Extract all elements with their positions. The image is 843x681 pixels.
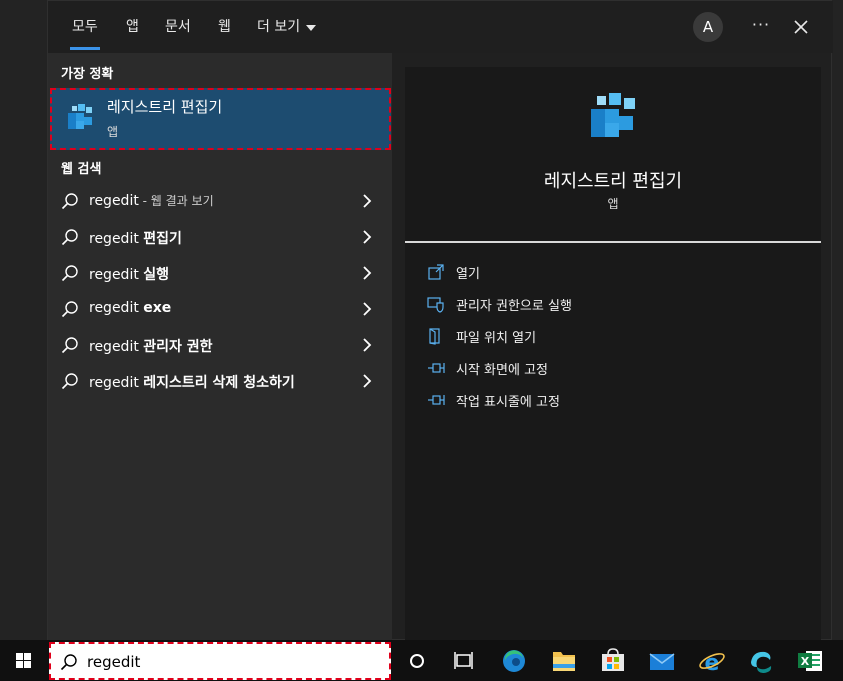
shield-run-icon bbox=[427, 297, 444, 313]
store-icon bbox=[602, 648, 624, 671]
web-search-item[interactable]: regedit 편집기 bbox=[48, 219, 392, 255]
web-search-text: regedit 레지스트리 삭제 청소하기 bbox=[89, 375, 295, 391]
desktop-background-right bbox=[832, 0, 843, 640]
action-open-label: 열기 bbox=[456, 266, 480, 282]
tab-more[interactable]: 더 보기 bbox=[257, 1, 317, 53]
web-search-item[interactable]: regedit 레지스트리 삭제 청소하기 bbox=[48, 363, 392, 399]
chevron-right-icon bbox=[363, 266, 372, 280]
search-icon bbox=[61, 265, 78, 282]
action-open[interactable]: 열기 bbox=[427, 260, 480, 284]
action-run-as-admin[interactable]: 관리자 권한으로 실행 bbox=[427, 292, 572, 316]
action-pin-to-taskbar[interactable]: 작업 표시줄에 고정 bbox=[427, 388, 560, 412]
chevron-right-icon bbox=[363, 374, 372, 388]
more-options-button[interactable]: ··· bbox=[748, 14, 774, 40]
registry-editor-icon bbox=[68, 104, 92, 129]
pin-icon bbox=[428, 395, 445, 405]
search-input[interactable] bbox=[87, 650, 377, 674]
search-icon bbox=[61, 373, 78, 390]
search-icon bbox=[61, 193, 78, 210]
best-match-subtitle: 앱 bbox=[107, 125, 119, 139]
cortana-icon bbox=[410, 654, 424, 668]
tab-all[interactable]: 모두 bbox=[70, 1, 100, 53]
search-icon bbox=[61, 337, 78, 354]
close-icon bbox=[794, 20, 808, 34]
chevron-down-icon bbox=[306, 25, 317, 31]
action-run-as-admin-label: 관리자 권한으로 실행 bbox=[456, 298, 572, 314]
best-match-heading: 가장 정확 bbox=[61, 67, 114, 82]
best-match-title: 레지스트리 편집기 bbox=[107, 98, 223, 116]
web-search-text: regedit 관리자 권한 bbox=[89, 339, 213, 355]
tab-web[interactable]: 웹 bbox=[218, 1, 231, 53]
task-view-icon bbox=[454, 652, 473, 669]
excel-icon: X bbox=[798, 651, 822, 671]
chevron-right-icon bbox=[363, 230, 372, 244]
action-pin-to-taskbar-label: 작업 표시줄에 고정 bbox=[456, 394, 560, 410]
app-icon bbox=[751, 651, 772, 673]
search-icon bbox=[61, 229, 78, 246]
web-search-item[interactable]: regedit - 웹 결과 보기 bbox=[48, 183, 392, 219]
windows-start-icon bbox=[16, 653, 31, 668]
web-search-text: regedit 편집기 bbox=[89, 231, 182, 247]
account-avatar[interactable]: A bbox=[693, 12, 723, 42]
cortana-button[interactable] bbox=[393, 640, 441, 681]
open-icon bbox=[428, 264, 444, 280]
file-explorer-icon bbox=[553, 652, 575, 671]
mail-icon bbox=[649, 653, 675, 670]
action-pin-to-start-label: 시작 화면에 고정 bbox=[456, 362, 548, 378]
taskbar-search-box[interactable] bbox=[49, 642, 391, 680]
task-view-button[interactable] bbox=[440, 640, 488, 681]
search-panel: 모두 앱 문서 웹 더 보기 A ··· 가장 정확 레지스트리 편집기 앱 웹… bbox=[47, 0, 833, 641]
tab-apps[interactable]: 앱 bbox=[126, 1, 139, 53]
web-search-item[interactable]: regedit exe bbox=[48, 291, 392, 327]
web-search-text: regedit - 웹 결과 보기 bbox=[89, 193, 214, 209]
best-match-item[interactable]: 레지스트리 편집기 앱 bbox=[50, 88, 391, 150]
detail-pane: 레지스트리 편집기 앱 열기 관리자 권한으로 실행 파일 위치 열기 시작 화… bbox=[405, 67, 821, 641]
edge-icon bbox=[503, 650, 525, 672]
svg-text:X: X bbox=[801, 655, 810, 668]
web-search-item[interactable]: regedit 실행 bbox=[48, 255, 392, 291]
start-button[interactable] bbox=[0, 640, 48, 681]
internet-explorer-button[interactable]: e bbox=[688, 640, 736, 681]
tab-all-label: 모두 bbox=[72, 19, 98, 35]
edge-button[interactable] bbox=[490, 640, 538, 681]
web-search-heading: 웹 검색 bbox=[61, 162, 102, 177]
registry-editor-icon bbox=[591, 93, 635, 137]
action-open-file-location[interactable]: 파일 위치 열기 bbox=[427, 324, 536, 348]
chevron-right-icon bbox=[363, 338, 372, 352]
file-location-icon bbox=[429, 328, 440, 345]
action-open-file-location-label: 파일 위치 열기 bbox=[456, 330, 537, 346]
detail-subtitle: 앱 bbox=[607, 197, 619, 211]
chevron-right-icon bbox=[363, 302, 372, 316]
file-explorer-button[interactable] bbox=[540, 640, 588, 681]
mail-button[interactable] bbox=[638, 640, 686, 681]
chevron-right-icon bbox=[363, 194, 372, 208]
results-list: 가장 정확 레지스트리 편집기 앱 웹 검색 regedit - 웹 결과 보기 bbox=[48, 53, 392, 641]
store-button[interactable] bbox=[589, 640, 637, 681]
tab-more-label: 더 보기 bbox=[257, 19, 301, 35]
close-button[interactable] bbox=[788, 14, 814, 40]
tab-documents-label: 문서 bbox=[165, 19, 191, 35]
detail-title: 레지스트리 편집기 bbox=[543, 171, 683, 192]
tab-documents[interactable]: 문서 bbox=[165, 1, 191, 53]
web-search-text: regedit 실행 bbox=[89, 267, 170, 283]
detail-divider bbox=[405, 241, 821, 243]
action-pin-to-start[interactable]: 시작 화면에 고정 bbox=[427, 356, 548, 380]
desktop-background-left bbox=[0, 0, 47, 640]
pin-icon bbox=[428, 363, 445, 373]
app-button[interactable] bbox=[737, 640, 785, 681]
tab-web-label: 웹 bbox=[218, 19, 231, 35]
excel-button[interactable]: X bbox=[786, 640, 834, 681]
filter-tabs: 모두 앱 문서 웹 더 보기 A ··· bbox=[48, 1, 833, 53]
search-icon bbox=[61, 301, 78, 318]
tab-apps-label: 앱 bbox=[126, 19, 139, 35]
web-search-item[interactable]: regedit 관리자 권한 bbox=[48, 327, 392, 363]
internet-explorer-icon: e bbox=[699, 651, 725, 676]
search-icon bbox=[60, 654, 77, 671]
web-search-text: regedit exe bbox=[89, 300, 172, 316]
